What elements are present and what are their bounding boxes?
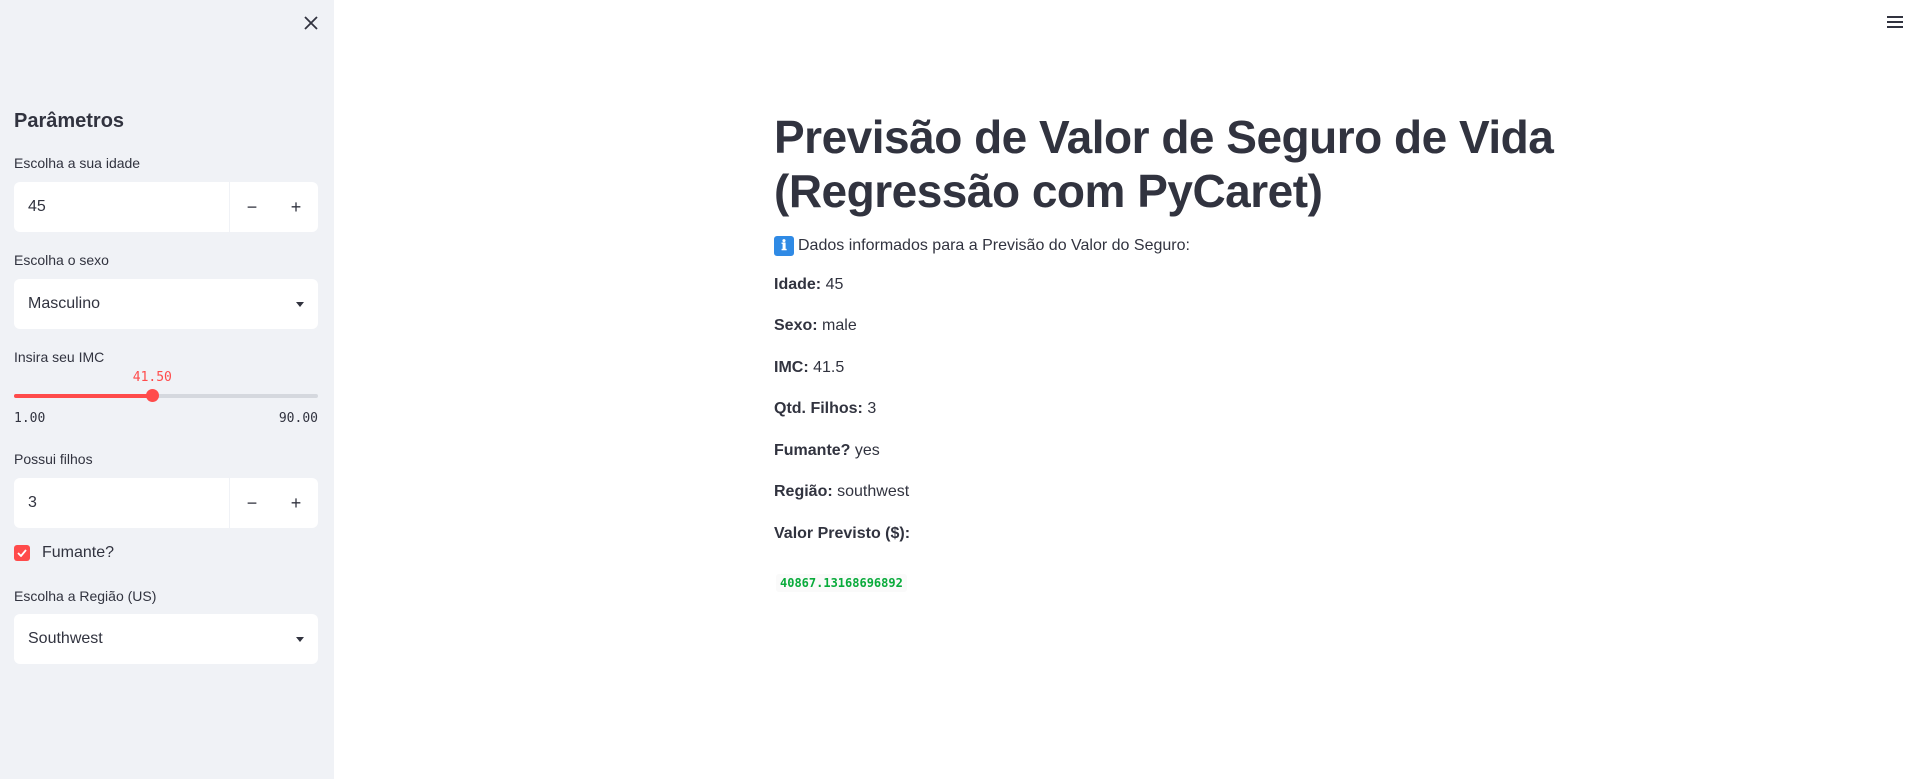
page-title-line2: (Regressão com PyCaret) [774,165,1323,217]
smoker-checkbox-label: Fumante? [42,544,115,561]
field-bmi: IMC: 41.5 [774,359,845,376]
sex-selected-value: Masculino [28,295,101,312]
sidebar: Parâmetros Escolha a sua idade 45 − + Es… [0,0,334,779]
prediction-label: Valor Previsto ($): [774,525,911,542]
age-label: Escolha a sua idade [14,155,141,171]
check-icon [17,549,27,557]
chevron-down-icon [296,636,304,642]
bmi-label: Insira seu IMC [14,349,105,365]
chevron-down-icon [296,301,304,307]
bmi-slider-min: 1.00 [14,411,46,426]
info-line: ℹ Dados informados para a Previsão do Va… [774,236,1574,256]
age-input[interactable]: 45 [14,198,229,216]
field-age: Idade: 45 [774,276,844,293]
slider-fill [14,394,153,398]
bmi-slider-max: 90.00 [278,411,318,426]
info-icon: ℹ [774,236,794,256]
age-number-input: 45 − + [14,182,318,232]
sex-select[interactable]: Masculino [14,279,318,329]
prediction-value: 40867.13168696892 [776,574,907,592]
field-region: Região: southwest [774,483,910,500]
slider-thumb[interactable] [146,389,160,402]
field-sex: Sexo: male [774,317,857,334]
slider-track[interactable] [14,389,318,402]
age-decrement-button[interactable]: − [230,182,274,232]
region-select[interactable]: Southwest [14,614,318,664]
sidebar-title: Parâmetros [14,110,125,132]
smoker-checkbox[interactable] [14,545,30,561]
children-increment-button[interactable]: + [274,478,318,528]
main-content: Previsão de Valor de Seguro de Vida (Reg… [774,110,1574,616]
field-smoker: Fumante? yes [774,442,880,459]
sex-label: Escolha o sexo [14,252,109,268]
page-title-line1: Previsão de Valor de Seguro de Vida [774,111,1554,163]
page-title: Previsão de Valor de Seguro de Vida (Reg… [774,110,1574,218]
hamburger-menu-icon[interactable] [1884,12,1906,32]
children-number-input: 3 − + [14,478,318,528]
age-increment-button[interactable]: + [274,182,318,232]
smoker-checkbox-row[interactable]: Fumante? [14,544,114,562]
children-decrement-button[interactable]: − [230,478,274,528]
close-sidebar-icon[interactable] [300,12,322,34]
region-selected-value: Southwest [28,630,103,647]
region-label: Escolha a Região (US) [14,588,157,604]
bmi-slider-value: 41.50 [132,370,172,385]
field-children: Qtd. Filhos: 3 [774,400,877,417]
children-label: Possui filhos [14,451,93,467]
bmi-slider[interactable]: 41.50 1.00 90.00 [14,370,318,430]
info-text: Dados informados para a Previsão do Valo… [798,237,1190,254]
children-input[interactable]: 3 [14,494,229,512]
